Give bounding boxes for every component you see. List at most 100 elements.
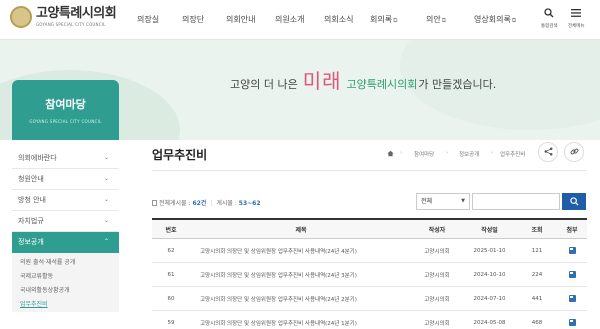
row-author: 고양시의회 [424, 272, 450, 279]
site-logo[interactable]: 고양특례시의회 GOYANG SPECIAL CITY COUNCIL [10, 6, 117, 28]
search-category-select[interactable]: 전체 ▼ [416, 193, 470, 210]
chevron-down-icon: ⌄ [103, 175, 109, 182]
row-attach[interactable] [557, 287, 587, 310]
nav-item-video-minutes[interactable]: 영상회의록⧉ [474, 14, 516, 25]
breadcrumb-item[interactable]: 정보공개 [459, 150, 479, 158]
column-header-date: 작성일 [481, 226, 498, 234]
util-menu[interactable]: 전체메뉴 [568, 8, 585, 29]
row-date: 2024-10-10 [473, 271, 506, 278]
document-icon [152, 200, 157, 206]
chevron-down-icon: ⌄ [103, 154, 109, 161]
row-title-link[interactable]: 고양시의회 의장단 및 상임위원장 업무추진비 사용내역(24년 1분기) [190, 311, 412, 329]
row-attach[interactable] [557, 311, 587, 329]
breadcrumb-separator-icon: › [400, 150, 402, 156]
row-author: 고양시의회 [424, 296, 450, 303]
sidebar-item-petition[interactable]: 청원안내 ⌄ [12, 169, 119, 190]
share-button[interactable] [538, 142, 558, 162]
slogan-council-name: 고양특례시의회 [346, 78, 418, 91]
breadcrumb-separator-icon: › [491, 150, 493, 156]
row-title-link[interactable]: 고양시의회 의장단 및 상임위원장 업무추진비 사용내역(24년 2분기) [190, 287, 412, 310]
sidebar-item-regulations[interactable]: 자치법규 ⌄ [12, 211, 119, 232]
banner-slogan: 고양의 더 나은 미래 고양특례시의회 가 만들겠습니다. [230, 65, 496, 94]
util-search[interactable]: 통합검색 [541, 8, 558, 29]
home-icon[interactable] [387, 150, 394, 159]
nav-item-chairmen[interactable]: 의장단 [182, 14, 204, 25]
sidebar-subtitle: GOYANG SPECIAL CITY COUNCIL [29, 119, 102, 124]
row-date: 2024-07-10 [473, 295, 506, 302]
external-link-icon: ⧉ [393, 17, 398, 24]
row-author: 고양시의회 [424, 320, 450, 327]
search-icon [544, 8, 554, 20]
nav-item-news[interactable]: 의회소식 [324, 14, 353, 25]
attachment-file-icon [568, 271, 576, 278]
row-num: 59 [167, 319, 175, 326]
sidebar-title: 참여마당 [45, 98, 86, 111]
row-date: 2024-05-08 [473, 319, 506, 326]
search-button[interactable] [562, 193, 586, 210]
row-num: 62 [167, 247, 175, 254]
row-title-link[interactable]: 고양시의회 의장단 및 상임위원장 업무추진비 사용내역(24년 3분기) [190, 263, 412, 286]
sidebar-submenu: 의원 출석·재석률 공개 국제교류활동 국내외활동상황공개 업무추진비 [12, 253, 119, 312]
link-icon [570, 148, 578, 155]
submenu-item-international[interactable]: 국제교류활동 [20, 270, 119, 284]
util-search-label: 통합검색 [541, 24, 558, 29]
row-views: 224 [531, 271, 543, 278]
column-header-num: 번호 [165, 226, 177, 234]
submenu-item-attendance-rate[interactable]: 의원 출석·재석률 공개 [20, 256, 119, 270]
nav-item-bills[interactable]: 의안⧉ [426, 14, 446, 25]
sidebar-item-attendance[interactable]: 방청 안내 ⌄ [12, 190, 119, 211]
util-menu-label: 전체메뉴 [568, 24, 585, 29]
site-header: 고양특례시의회 GOYANG SPECIAL CITY COUNCIL 의장실 … [0, 0, 600, 40]
attachment-file-icon [568, 295, 576, 302]
table-row: 61 고양시의회 의장단 및 상임위원장 업무추진비 사용내역(24년 3분기)… [152, 263, 587, 287]
breadcrumb-current: 업무추진비 [500, 152, 526, 158]
share-icon [544, 147, 552, 156]
chevron-down-icon: ⌄ [103, 217, 109, 224]
table-row: 62 고양시의회 의장단 및 상임위원장 업무추진비 사용내역(24년 4분기)… [152, 239, 587, 263]
sidebar-item-requests[interactable]: 의회에바란다 ⌄ [12, 148, 119, 169]
column-header-author: 작성자 [428, 226, 446, 234]
row-views: 468 [531, 319, 543, 326]
table-row: 60 고양시의회 의장단 및 상임위원장 업무추진비 사용내역(24년 2분기)… [152, 287, 587, 311]
slogan-highlight: 미래 [302, 69, 342, 93]
council-seal-icon [10, 6, 32, 28]
submenu-item-expenses[interactable]: 업무추진비 [20, 298, 119, 312]
attachment-file-icon [568, 319, 576, 326]
table-row: 59 고양시의회 의장단 및 상임위원장 업무추진비 사용내역(24년 1분기)… [152, 311, 587, 329]
sidebar-title-box: 참여마당 GOYANG SPECIAL CITY COUNCIL [12, 80, 119, 140]
nav-item-members[interactable]: 의원소개 [275, 14, 304, 25]
sidebar-menu: 의회에바란다 ⌄ 청원안내 ⌄ 방청 안내 ⌄ 자치법규 ⌄ 정보공개 ⌃ 의원 출석·재… [12, 148, 119, 312]
chevron-down-icon: ⌄ [103, 196, 109, 203]
submenu-item-activities[interactable]: 국내외활동상황공개 [20, 284, 119, 298]
row-views: 121 [531, 247, 543, 254]
nav-item-chairman-office[interactable]: 의장실 [137, 14, 159, 25]
row-author: 고양시의회 [424, 248, 450, 255]
page-title: 업무추진비 [152, 148, 208, 162]
search-icon [569, 197, 579, 206]
column-header-attach: 첨부 [566, 226, 578, 234]
external-link-icon: ⧉ [511, 17, 517, 24]
row-num: 61 [167, 271, 175, 278]
chevron-up-icon: ⌃ [103, 238, 109, 245]
board-count: 전체게시물 : 62건 | 게시물 : 53~62 [152, 198, 261, 207]
sidebar-item-info-disclosure[interactable]: 정보공개 ⌃ [12, 232, 119, 253]
board-table: 번호 제목 작성자 작성일 조회 첨부 62 고양시의회 의장단 및 상임위원장… [152, 218, 587, 329]
logo-title: 고양특례시의회 [36, 6, 117, 21]
nav-item-council-guide[interactable]: 의회안내 [226, 14, 255, 25]
external-link-icon: ⧉ [441, 17, 447, 24]
logo-subtitle: GOYANG SPECIAL CITY COUNCIL [36, 22, 106, 27]
breadcrumb-item[interactable]: 참여마당 [414, 150, 434, 158]
attachment-file-icon [568, 247, 576, 254]
row-views: 441 [531, 295, 543, 302]
search-input[interactable] [472, 193, 560, 210]
dropdown-arrow-icon: ▼ [461, 198, 465, 204]
page: 고양특례시의회 GOYANG SPECIAL CITY COUNCIL 의장실 … [0, 0, 600, 329]
column-header-title: 제목 [295, 226, 307, 234]
row-attach[interactable] [557, 263, 587, 286]
copy-link-button[interactable] [564, 142, 584, 162]
column-header-views: 조회 [531, 226, 543, 234]
nav-item-minutes[interactable]: 회의록⧉ [370, 14, 397, 25]
row-title-link[interactable]: 고양시의회 의장단 및 상임위원장 업무추진비 사용내역(24년 4분기) [190, 239, 412, 262]
row-attach[interactable] [557, 239, 587, 262]
row-date: 2025-01-10 [473, 247, 506, 254]
